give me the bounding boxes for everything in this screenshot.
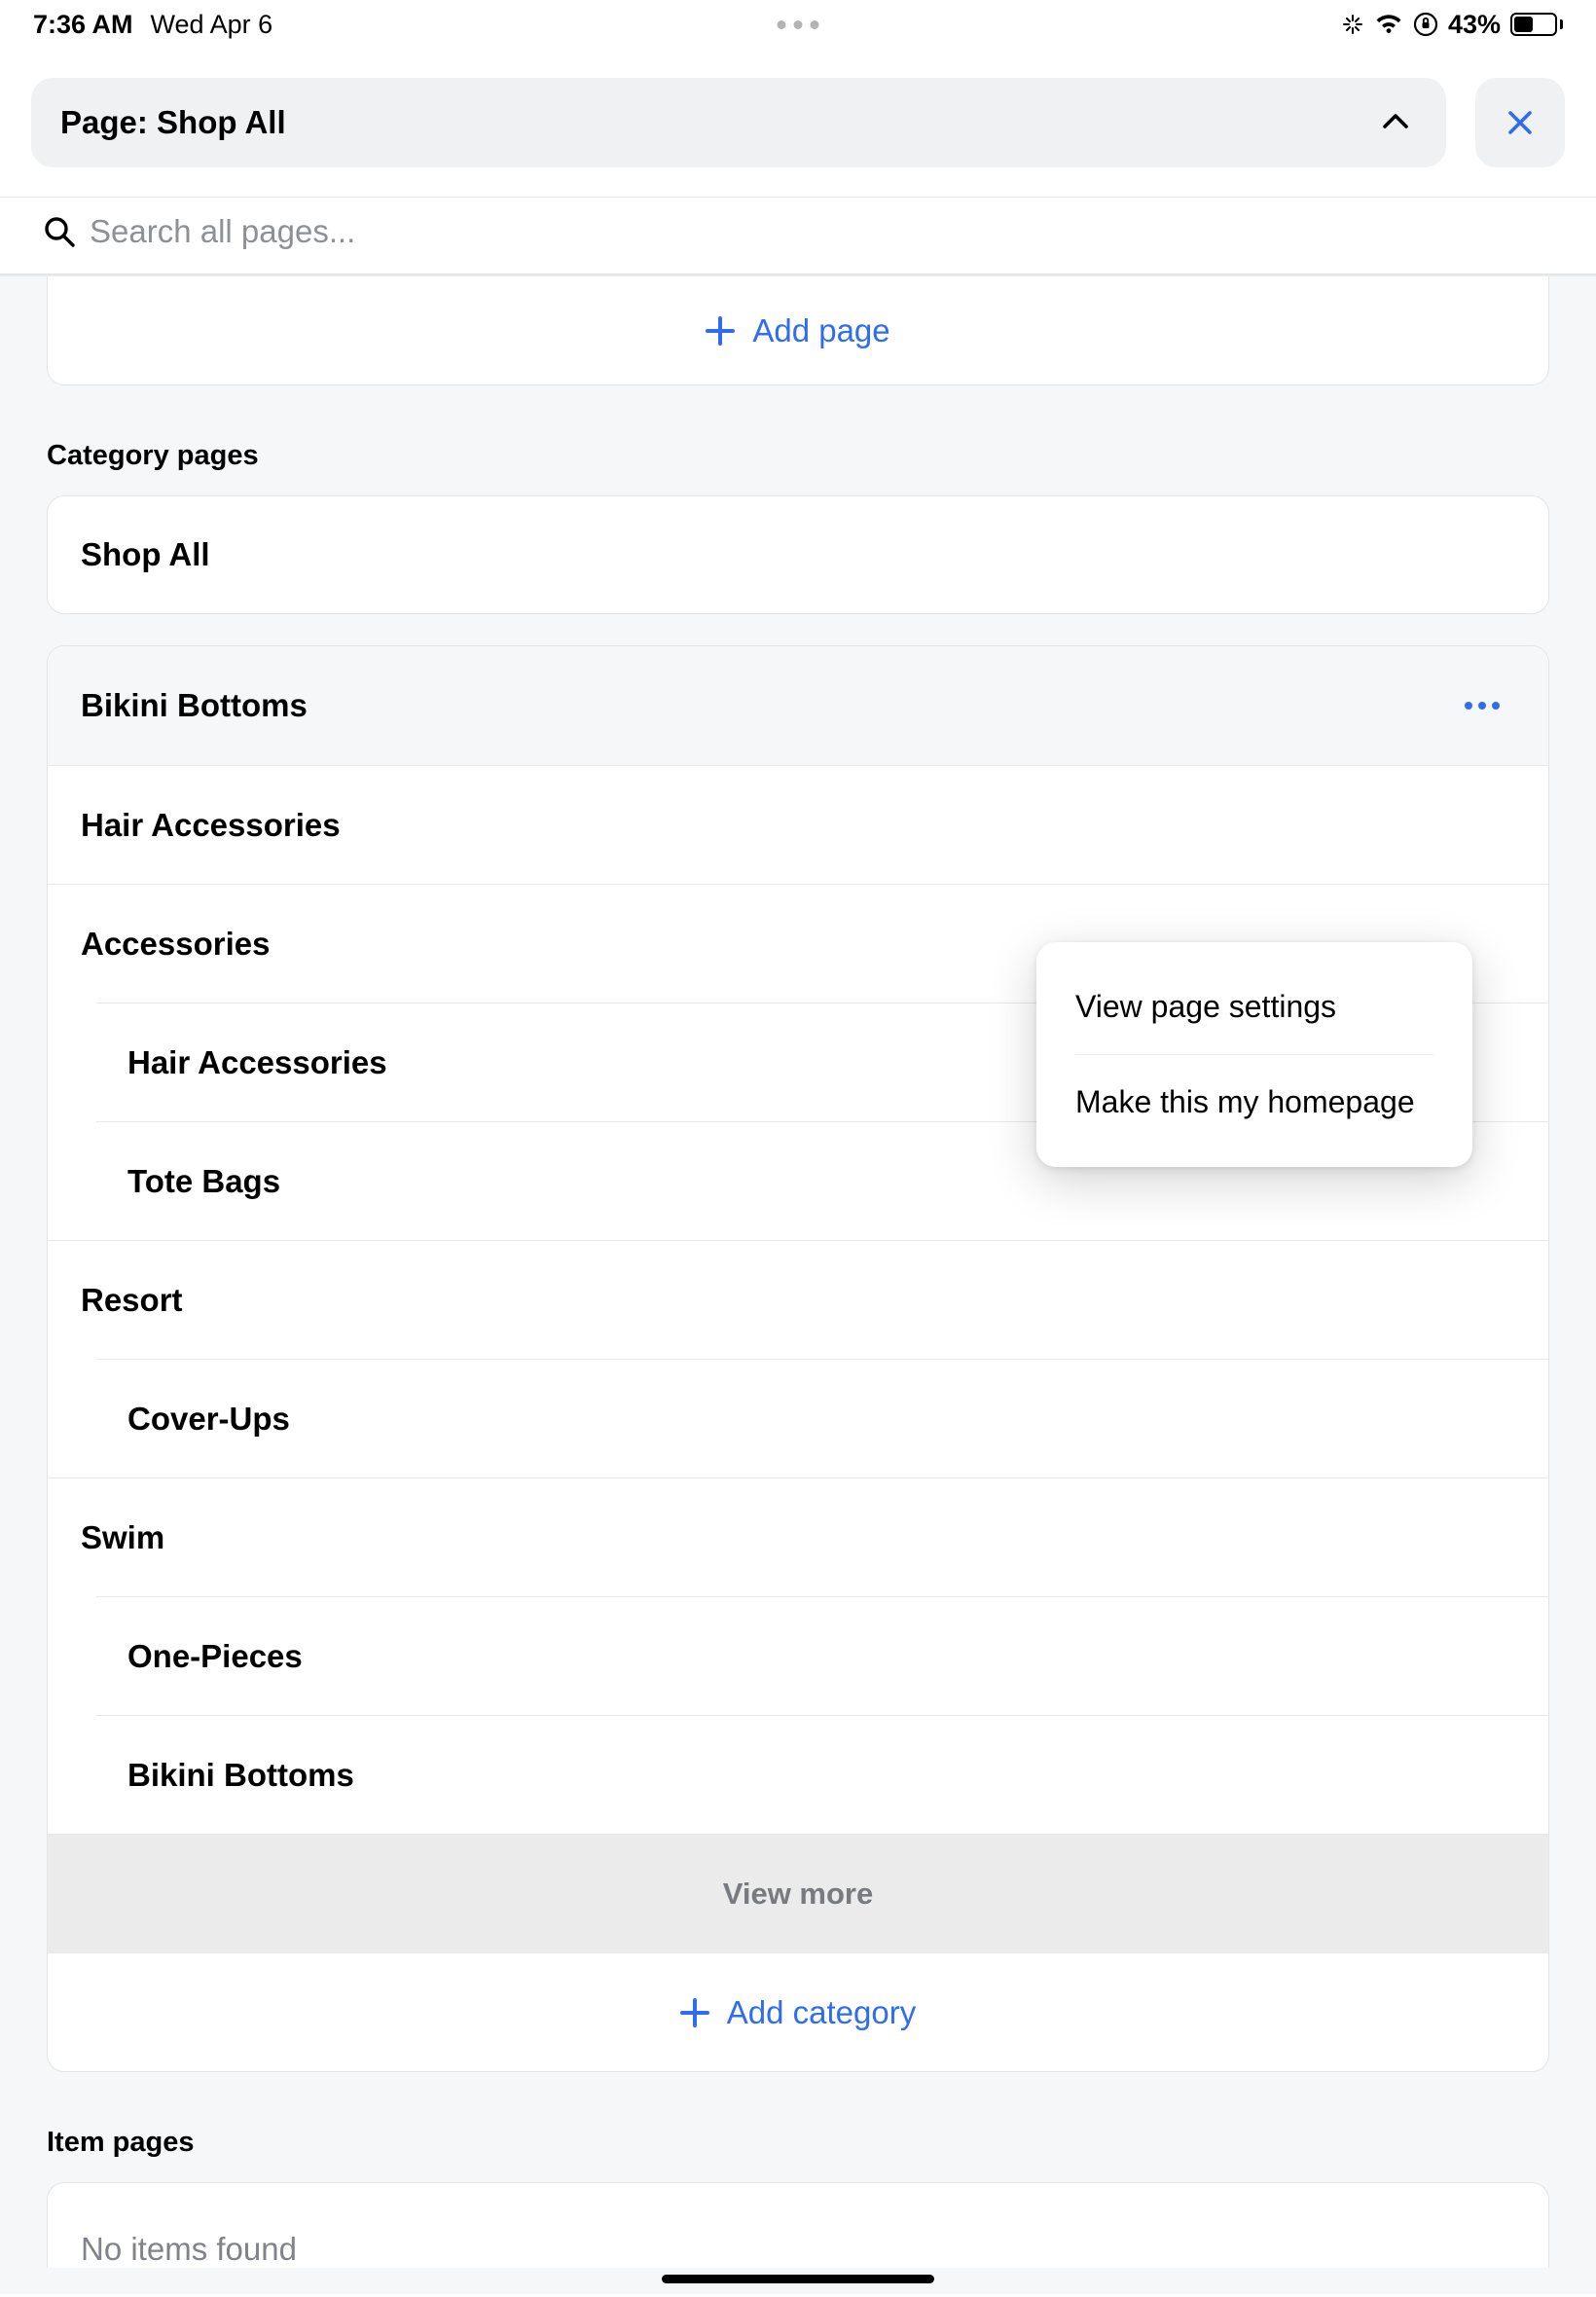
add-page-button[interactable]: Add page	[47, 276, 1549, 385]
chevron-up-icon	[1378, 105, 1413, 140]
search-icon	[43, 215, 76, 248]
item-pages-empty-label: No items found	[81, 2231, 297, 2268]
more-options-icon[interactable]	[1449, 686, 1515, 725]
status-time: 7:36 AM	[33, 10, 133, 40]
category-row[interactable]: Swim	[48, 1477, 1548, 1596]
battery-icon	[1510, 13, 1563, 36]
view-more-label: View more	[723, 1877, 874, 1912]
category-subrow[interactable]: Bikini Bottoms	[48, 1715, 1548, 1834]
plus-icon	[706, 316, 735, 346]
category-row-label: Bikini Bottoms	[127, 1757, 1515, 1794]
category-subrow[interactable]: One-Pieces	[48, 1596, 1548, 1715]
menu-make-homepage[interactable]: Make this my homepage	[1036, 1055, 1472, 1149]
add-category-label: Add category	[727, 1994, 916, 2031]
close-icon	[1504, 106, 1537, 139]
category-row-label: One-Pieces	[127, 1638, 1515, 1675]
status-bar: 7:36 AM Wed Apr 6 43%	[0, 0, 1596, 49]
home-indicator[interactable]	[662, 2275, 934, 2283]
battery-percent: 43%	[1448, 10, 1501, 40]
context-menu: View page settings Make this my homepage	[1036, 942, 1472, 1167]
category-list: Bikini Bottoms Hair Accessories Accessor…	[47, 645, 1549, 2072]
page-header: Page: Shop All	[0, 49, 1596, 197]
close-button[interactable]	[1475, 78, 1565, 167]
category-row[interactable]: Hair Accessories	[48, 765, 1548, 884]
multitask-dots-icon	[778, 20, 819, 29]
category-row-label: Resort	[81, 1282, 1515, 1319]
category-row-shop-all[interactable]: Shop All	[47, 495, 1549, 614]
item-pages-empty: No items found	[47, 2182, 1549, 2268]
search-row	[0, 197, 1596, 275]
category-row[interactable]: Bikini Bottoms	[48, 646, 1548, 765]
search-input[interactable]	[90, 213, 1553, 250]
category-row[interactable]: Resort	[48, 1240, 1548, 1359]
plus-icon	[680, 1998, 709, 2027]
category-row-label: Swim	[81, 1519, 1515, 1556]
add-category-button[interactable]: Add category	[48, 1952, 1548, 2071]
section-category-pages: Category pages	[0, 385, 1596, 495]
category-row-label: Tote Bags	[127, 1163, 1515, 1200]
view-more-button[interactable]: View more	[48, 1834, 1548, 1952]
section-item-pages: Item pages	[0, 2072, 1596, 2182]
category-row-label: Shop All	[81, 536, 210, 573]
category-row-label: Bikini Bottoms	[81, 687, 1449, 724]
menu-view-page-settings[interactable]: View page settings	[1036, 960, 1472, 1054]
orientation-lock-icon	[1413, 12, 1438, 37]
category-row-label: Hair Accessories	[81, 807, 1515, 844]
page-selector[interactable]: Page: Shop All	[31, 78, 1446, 167]
main-content: Add page Category pages Shop All Bikini …	[0, 275, 1596, 2294]
wifi-icon	[1374, 14, 1403, 35]
page-selector-label: Page: Shop All	[60, 104, 286, 141]
category-subrow[interactable]: Cover-Ups	[48, 1359, 1548, 1477]
sync-icon	[1341, 13, 1364, 36]
add-page-label: Add page	[752, 312, 889, 349]
category-row-label: Cover-Ups	[127, 1401, 1515, 1438]
status-date: Wed Apr 6	[151, 10, 273, 40]
